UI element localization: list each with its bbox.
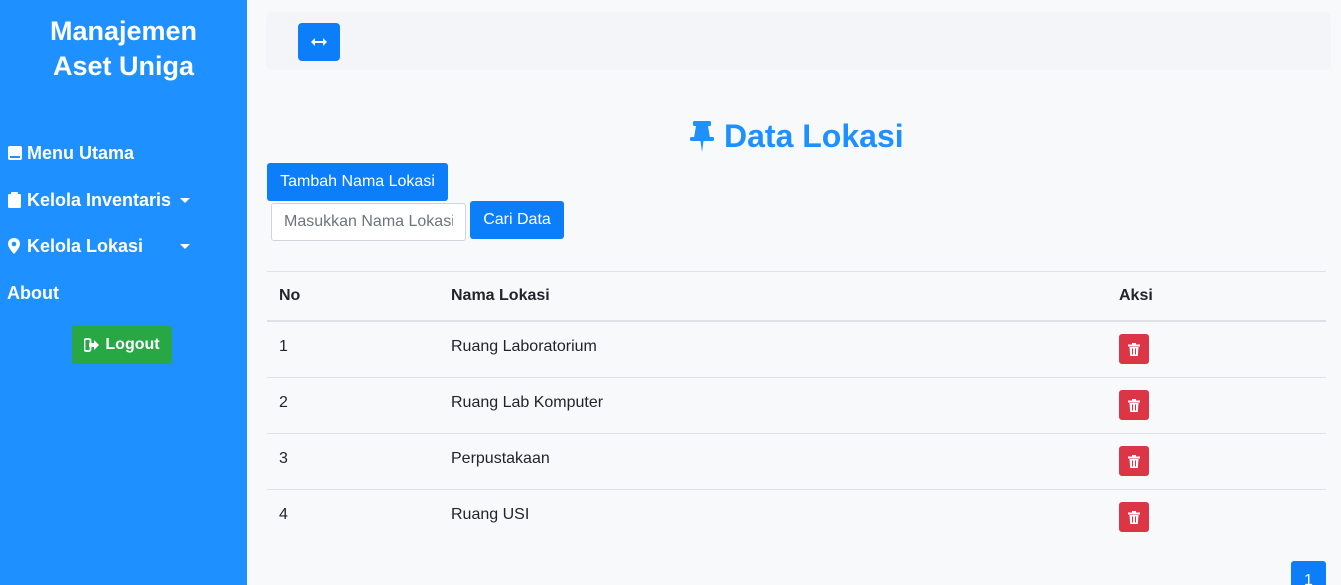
delete-button[interactable]	[1119, 502, 1149, 532]
sidebar: Manajemen Aset Uniga Menu Utama Kelola I…	[0, 0, 247, 585]
sidebar-item-label: About	[7, 282, 59, 303]
table-cell-nama-lokasi: Ruang USI	[451, 506, 530, 523]
column-header-aksi: Aksi	[1119, 287, 1153, 304]
sign-out-icon	[84, 338, 100, 352]
brand-line-1: Manajemen	[49, 16, 198, 46]
page-title-text: Data Lokasi	[724, 117, 904, 154]
sidebar-item-menu-utama[interactable]: Menu Utama	[7, 141, 134, 165]
search-button[interactable]: Cari Data	[470, 201, 564, 239]
row-divider	[267, 433, 1326, 434]
sidebar-toggle-button[interactable]	[298, 23, 340, 61]
delete-button[interactable]	[1119, 334, 1149, 364]
column-header-no: No	[279, 287, 301, 304]
chevron-down-icon[interactable]	[180, 198, 190, 203]
sidebar-item-about[interactable]: About	[7, 281, 59, 305]
row-divider	[267, 377, 1326, 378]
table-cell-no: 4	[279, 506, 288, 523]
sidebar-item-label: Menu Utama	[27, 142, 135, 163]
row-divider	[267, 489, 1326, 490]
chevron-down-icon[interactable]	[180, 244, 190, 249]
sidebar-item-kelola-inventaris[interactable]: Kelola Inventaris	[7, 188, 171, 212]
table-header-border	[267, 320, 1326, 322]
app-brand: Manajemen Aset Uniga	[0, 14, 247, 84]
brand-line-2: Aset Uniga	[52, 51, 195, 81]
arrows-horizontal-icon	[311, 38, 327, 46]
pushpin-icon	[690, 121, 714, 152]
trash-icon	[1128, 454, 1140, 468]
map-marker-icon	[8, 238, 20, 254]
delete-button[interactable]	[1119, 390, 1149, 420]
top-navbar	[266, 12, 1331, 70]
sidebar-item-label: Kelola Inventaris	[27, 189, 172, 210]
sidebar-item-kelola-lokasi[interactable]: Kelola Lokasi	[7, 234, 143, 258]
table-cell-no: 1	[279, 338, 288, 355]
table-cell-no: 2	[279, 394, 288, 411]
table-cell-nama-lokasi: Perpustakaan	[451, 450, 550, 467]
sidebar-item-label: Kelola Lokasi	[27, 235, 144, 256]
delete-button[interactable]	[1119, 446, 1149, 476]
trash-icon	[1128, 510, 1140, 524]
page-title: Data Lokasi	[688, 116, 904, 156]
book-icon	[8, 146, 22, 160]
table-cell-no: 3	[279, 450, 288, 467]
table-cell-nama-lokasi: Ruang Laboratorium	[451, 338, 597, 355]
trash-icon	[1128, 342, 1140, 356]
logout-button[interactable]: Logout	[72, 326, 172, 364]
add-location-button[interactable]: Tambah Nama Lokasi	[267, 163, 448, 201]
table-cell-nama-lokasi: Ruang Lab Komputer	[451, 394, 604, 411]
logout-label: Logout	[105, 336, 160, 353]
clipboard-icon	[8, 192, 21, 208]
search-input[interactable]	[271, 203, 466, 241]
trash-icon	[1128, 398, 1140, 412]
column-header-nama-lokasi: Nama Lokasi	[451, 287, 550, 304]
pagination-page-1[interactable]: 1	[1291, 561, 1326, 585]
table-top-border	[267, 271, 1326, 272]
